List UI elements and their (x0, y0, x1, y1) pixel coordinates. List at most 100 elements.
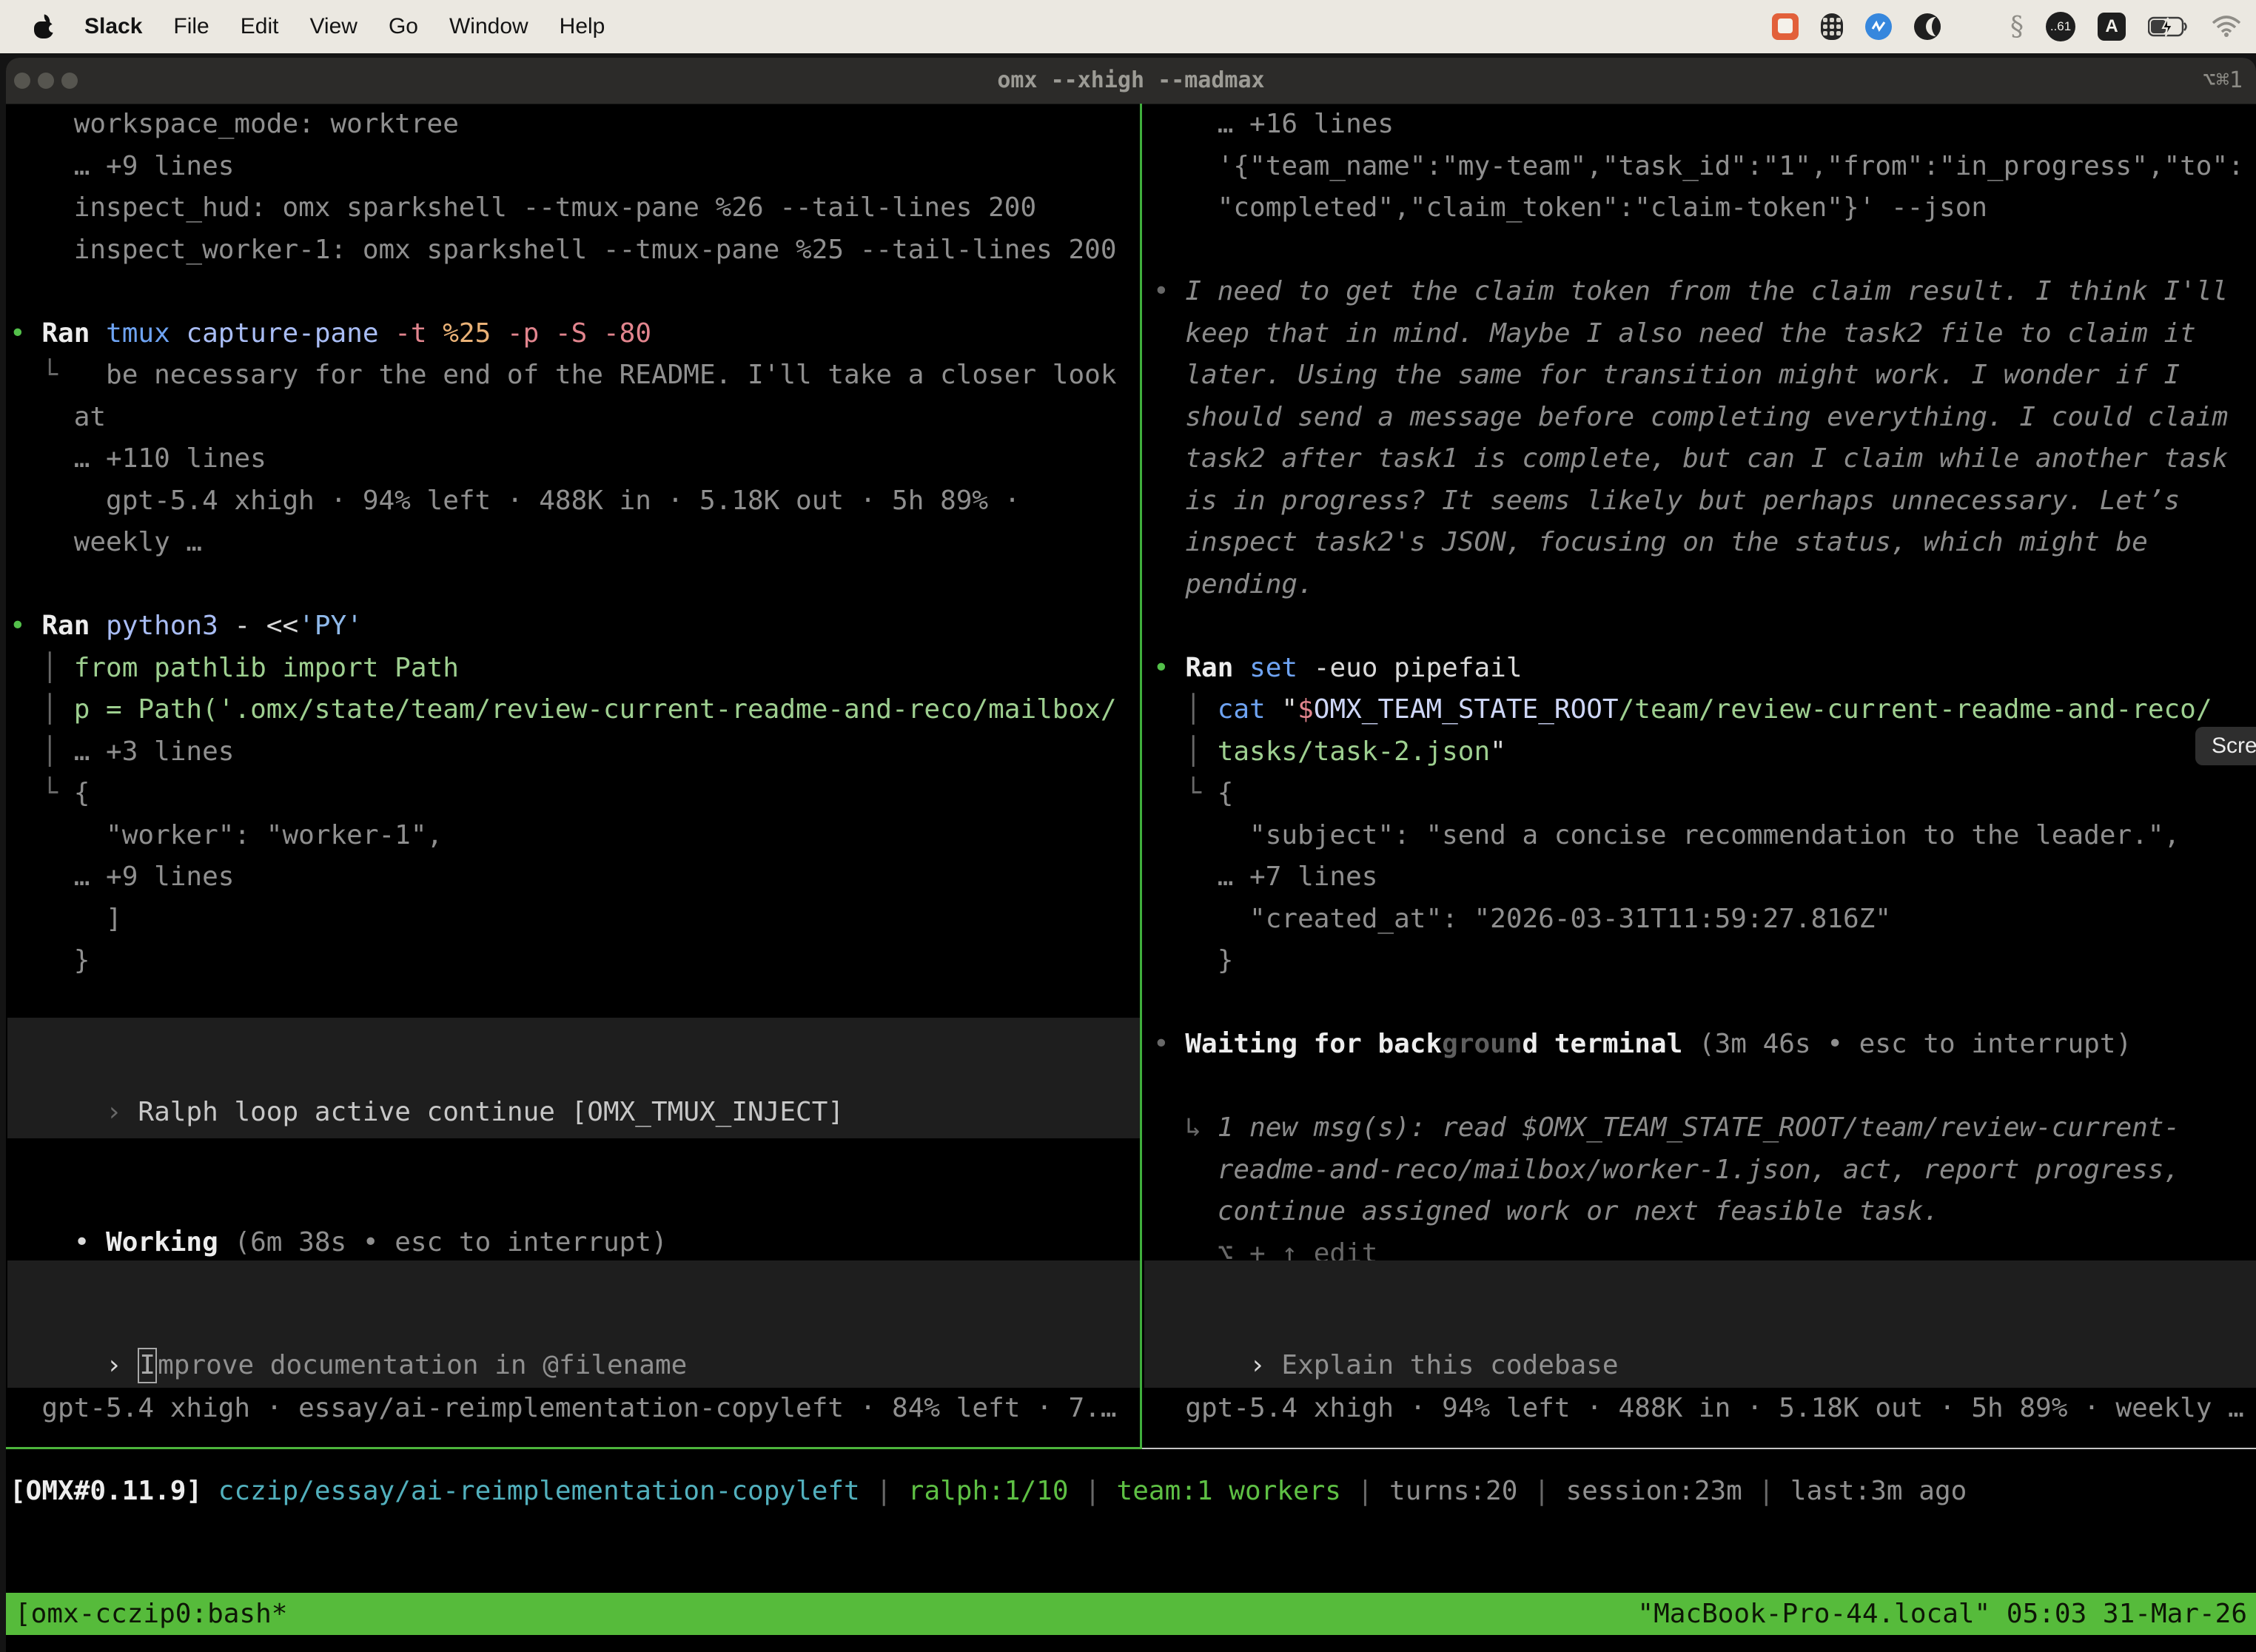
menu-app-slack[interactable]: Slack (84, 14, 142, 39)
text-segment: ] (10, 904, 122, 934)
menu-go[interactable]: Go (389, 14, 418, 39)
text-segment: d terminal (1523, 1029, 1683, 1059)
terminal-line: └ { (10, 773, 1138, 815)
text-segment: ralph:1/10 (908, 1476, 1069, 1506)
menu-file[interactable]: File (173, 14, 209, 39)
text-segment: %25 (443, 318, 507, 349)
terminal-line: continue assigned work or next feasible … (1153, 1191, 2256, 1233)
text-segment: • (1153, 1029, 1185, 1059)
wifi-icon[interactable] (2212, 16, 2241, 38)
terminal-line: is in progress? It seems likely but perh… (1153, 480, 2256, 523)
menu-window[interactable]: Window (449, 14, 528, 39)
text-segment: inspect task2's JSON, focusing on the st… (1153, 527, 2148, 557)
terminal-line: • Ran tmux capture-pane -t %25 -p -S -80 (10, 313, 1138, 355)
text-segment: } (10, 945, 90, 976)
terminal-line: • I need to get the claim token from the… (1153, 271, 2256, 313)
text-segment: Ran (41, 611, 106, 641)
terminal-line: should send a message before completing … (1153, 397, 2256, 439)
apple-menu-icon[interactable] (34, 15, 53, 38)
text-segment: 1 new msg(s): read $OMX_TEAM_STATE_ROOT/… (1218, 1112, 2180, 1143)
text-segment: • (10, 318, 41, 349)
sync-badge-icon[interactable] (1865, 13, 1892, 40)
text-segment: -euo pipefail (1314, 653, 1523, 683)
text-segment: Ran (1185, 653, 1249, 683)
menu-edit[interactable]: Edit (241, 14, 279, 39)
text-segment: | (1517, 1476, 1565, 1506)
terminal-line: … +7 lines (1153, 856, 2256, 899)
tmux-host-clock: "MacBook-Pro-44.local" 05:03 31-Mar-26 (1637, 1593, 2247, 1635)
working-bullet-icon: • (74, 1227, 106, 1258)
clip-squiggle-icon[interactable]: § (2010, 12, 2024, 42)
text-segment: "subject": "send a concise recommendatio… (1153, 820, 2180, 850)
text-segment: at (10, 402, 106, 432)
terminal-line: inspect_worker-1: omx sparkshell --tmux-… (10, 229, 1138, 272)
text-segment: | (1341, 1476, 1389, 1506)
input-placeholder: Explain this codebase (1281, 1350, 1618, 1380)
terminal-line: … +110 lines (10, 438, 1138, 480)
terminal-line (1153, 605, 2256, 648)
text-segment: '{"team_name":"my-team","task_id":"1","f… (1153, 151, 2244, 181)
text-segment: • (1153, 653, 1185, 683)
text-segment: { (74, 778, 90, 808)
terminal-line: ] (10, 899, 1138, 941)
terminal-line: │ … +3 lines (10, 731, 1138, 773)
text-segment: -80 (603, 318, 651, 349)
text-segment: cczip/essay/ai-reimplementation-copyleft (218, 1476, 860, 1506)
omx-status-line: [OMX#0.11.9] cczip/essay/ai-reimplementa… (10, 1471, 1967, 1513)
dots-grid-icon[interactable] (1963, 14, 1988, 39)
terminal-line: readme-and-reco/mailbox/worker-1.json, a… (1153, 1149, 2256, 1192)
menu-help[interactable]: Help (560, 14, 605, 39)
tmux-session-name: [omx-cczip0:bash* (15, 1593, 287, 1635)
text-segment: │ (10, 694, 74, 725)
right-pane-border (1142, 1448, 2256, 1449)
window-title: omx --xhigh --madmax (6, 58, 2256, 104)
left-pane-output: workspace_mode: worktree … +9 lines insp… (10, 104, 1138, 982)
pane-divider[interactable] (1140, 104, 1142, 1447)
text-segment: (3m 46s • esc to interrupt) (1682, 1029, 2132, 1059)
right-prompt-input[interactable]: › Explain this codebase (1144, 1260, 2256, 1388)
terminal-line: … +9 lines (10, 146, 1138, 188)
text-segment: keep that in mind. Maybe I also need the… (1153, 318, 2196, 349)
text-segment: last:3m ago (1790, 1476, 1967, 1506)
terminal-line: "completed","claim_token":"claim-token"}… (1153, 187, 2256, 229)
screen-tooltip: Scre (2195, 727, 2256, 765)
terminal-line (1153, 1066, 2256, 1108)
terminal-line: inspect task2's JSON, focusing on the st… (1153, 522, 2256, 564)
text-segment: should send a message before completing … (1153, 402, 2228, 432)
text-segment: I need to get the claim token from the c… (1185, 276, 2228, 306)
left-prompt-input[interactable]: › Improve documentation in @filename (7, 1260, 1140, 1388)
text-segment: groun (1442, 1029, 1522, 1059)
working-detail: (6m 38s • esc to interrupt) (218, 1227, 668, 1258)
menu-view[interactable]: View (309, 14, 357, 39)
terminal-line (10, 564, 1138, 606)
usage-badge-icon[interactable]: ..61 (2046, 12, 2075, 41)
text-segment: "created_at": "2026-03-31T11:59:27.816Z" (1153, 904, 1891, 934)
terminal-line: '{"team_name":"my-team","task_id":"1","f… (1153, 146, 2256, 188)
text-segment: "completed","claim_token":"claim-token"}… (1153, 192, 1987, 223)
text-segment: └ (1153, 778, 1218, 808)
text-segment (202, 1476, 218, 1506)
text-segment: /team/review-current-readme-and-reco/ (1619, 694, 2212, 725)
text-segment: inspect_worker-1: omx sparkshell --tmux-… (10, 235, 1117, 265)
moon-circle-icon[interactable] (1914, 13, 1941, 40)
terminal-line (1153, 982, 2256, 1024)
terminal-line: task2 after task1 is complete, but can I… (1153, 438, 2256, 480)
input-source-icon[interactable]: A (2098, 13, 2126, 41)
privacy-shield-icon[interactable] (1821, 13, 1843, 40)
text-segment: │ (1153, 736, 1218, 767)
text-segment: … +110 lines (10, 443, 266, 474)
screenshot-app-icon[interactable] (1772, 13, 1799, 40)
text-segment: -t (395, 318, 443, 349)
text-segment: … +9 lines (10, 151, 234, 181)
text-segment: continue assigned work or next feasible … (1153, 1196, 1939, 1226)
text-segment: Ran (41, 318, 106, 349)
text-segment: - << (218, 611, 298, 641)
text-segment: OMX_TEAM_STATE_ROOT (1314, 694, 1619, 725)
text-segment: set (1249, 653, 1314, 683)
text-segment: "worker": "worker-1", (10, 820, 443, 850)
text-segment: … +9 lines (10, 862, 234, 892)
battery-charging-icon[interactable] (2148, 16, 2189, 37)
window-title-bar: omx --xhigh --madmax ⌥⌘1 (6, 58, 2256, 104)
text-segment: python3 (106, 611, 218, 641)
text-segment: │ (10, 653, 74, 683)
